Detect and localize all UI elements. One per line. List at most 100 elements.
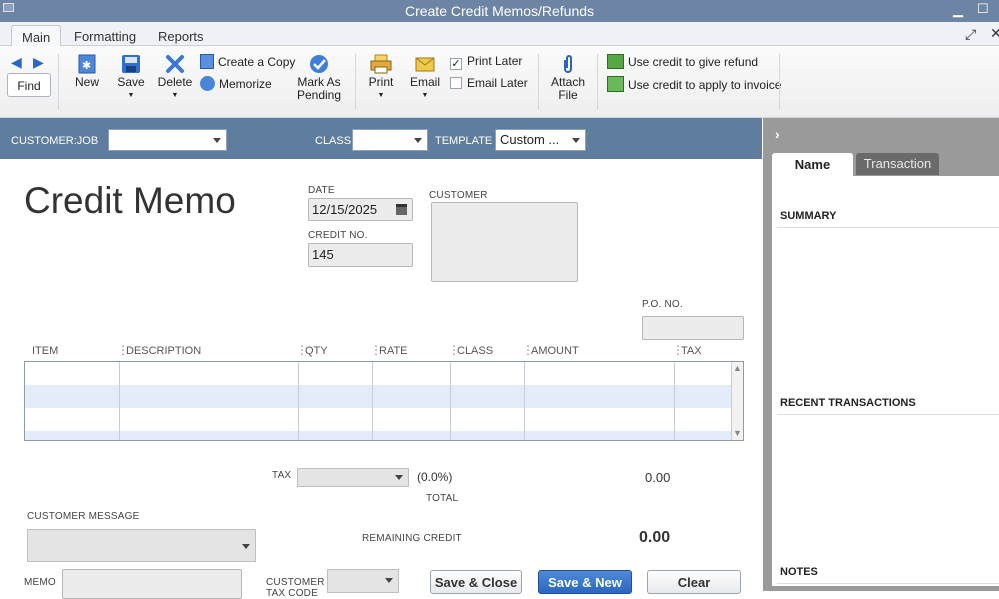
tab-main[interactable]: Main bbox=[11, 25, 62, 46]
po-no-field[interactable] bbox=[642, 316, 744, 340]
table-row[interactable] bbox=[25, 385, 731, 408]
pending-label: Pending bbox=[296, 88, 342, 102]
new-doc-icon: ✱ bbox=[78, 54, 96, 74]
tab-formatting[interactable]: Formatting bbox=[64, 25, 146, 46]
customer-tax-code-label-line1: CUSTOMER bbox=[266, 577, 325, 588]
email-button[interactable]: Email ▼ bbox=[408, 54, 442, 102]
chevron-down-icon bbox=[395, 475, 403, 480]
email-later-label: Email Later bbox=[467, 76, 528, 90]
save-close-button[interactable]: Save & Close bbox=[430, 570, 522, 594]
find-button[interactable]: Find bbox=[7, 73, 51, 97]
date-value: 12/15/2025 bbox=[312, 202, 378, 217]
save-icon bbox=[122, 55, 140, 73]
tab-reports[interactable]: Reports bbox=[148, 25, 214, 46]
save-new-button[interactable]: Save & New bbox=[538, 570, 632, 594]
recent-transactions-heading: RECENT TRANSACTIONS bbox=[780, 397, 916, 409]
close-icon[interactable]: ✕ bbox=[990, 25, 999, 42]
table-row[interactable] bbox=[25, 362, 731, 385]
previous-arrow-icon[interactable]: ◀ bbox=[11, 54, 22, 71]
scroll-up-icon[interactable]: ▲ bbox=[733, 363, 742, 373]
form-title: Credit Memo bbox=[24, 180, 236, 221]
template-value: Custom ... bbox=[500, 132, 560, 147]
memo-field[interactable] bbox=[62, 569, 242, 599]
remaining-credit-value: 0.00 bbox=[639, 529, 671, 546]
tab-transaction[interactable]: Transaction bbox=[856, 153, 939, 175]
save-label: Save bbox=[117, 75, 145, 89]
class-dropdown[interactable] bbox=[352, 129, 428, 151]
date-field[interactable]: 12/15/2025 bbox=[308, 198, 413, 221]
copy-icon bbox=[200, 54, 214, 69]
calendar-icon[interactable] bbox=[396, 204, 407, 215]
use-credit-refund-button[interactable]: Use credit to give refund bbox=[607, 54, 758, 69]
po-no-label: P.O. NO. bbox=[642, 299, 683, 310]
tab-name[interactable]: Name bbox=[772, 153, 853, 177]
chevron-down-icon bbox=[242, 544, 250, 549]
template-dropdown[interactable]: Custom ... bbox=[495, 129, 586, 151]
template-label: TEMPLATE bbox=[435, 135, 493, 147]
credit-no-label: CREDIT NO. bbox=[308, 230, 368, 241]
use-credit-invoice-button[interactable]: Use credit to apply to invoice bbox=[607, 76, 781, 92]
delete-x-icon bbox=[166, 55, 184, 73]
credit-no-field[interactable]: 145 bbox=[308, 243, 413, 267]
customer-job-label: CUSTOMER:JOB bbox=[11, 135, 99, 147]
class-label: CLASS bbox=[315, 135, 352, 147]
print-later-checkbox[interactable]: ✓ Print Later bbox=[450, 54, 522, 70]
clear-button[interactable]: Clear bbox=[647, 570, 741, 594]
ribbon-tabs: Main Formatting Reports ⤢ ✕ bbox=[0, 22, 999, 46]
scroll-down-icon[interactable]: ▼ bbox=[733, 428, 742, 438]
tax-label: TAX bbox=[272, 470, 292, 481]
save-button[interactable]: Save ▼ bbox=[114, 54, 148, 102]
summary-heading: SUMMARY bbox=[780, 210, 837, 222]
chevron-down-icon bbox=[414, 138, 422, 143]
line-items-table[interactable]: ▲ ▼ bbox=[24, 361, 744, 441]
date-label: DATE bbox=[308, 185, 335, 196]
customer-tax-code-dropdown[interactable] bbox=[327, 569, 399, 593]
envelope-icon bbox=[415, 57, 435, 72]
memorize-label: Memorize bbox=[219, 77, 272, 91]
memo-label: MEMO bbox=[24, 577, 56, 588]
print-button[interactable]: Print ▼ bbox=[365, 54, 397, 102]
notes-heading: NOTES bbox=[780, 566, 818, 578]
collapse-arrow-icon[interactable]: › bbox=[775, 126, 780, 142]
paperclip-icon bbox=[564, 55, 572, 73]
customer-message-label: CUSTOMER MESSAGE bbox=[27, 511, 140, 522]
file-label: File bbox=[558, 88, 578, 102]
customer-message-dropdown[interactable] bbox=[27, 529, 256, 562]
chevron-down-icon bbox=[385, 578, 393, 583]
delete-button[interactable]: Delete ▼ bbox=[157, 54, 193, 102]
customer-tax-code-label: CUSTOMER TAX CODE bbox=[266, 577, 325, 599]
create-copy-button[interactable]: Create a Copy bbox=[200, 54, 295, 69]
scrollbar[interactable]: ▲ ▼ bbox=[731, 362, 743, 440]
svg-text:✱: ✱ bbox=[82, 60, 91, 72]
refund-icon bbox=[607, 54, 624, 69]
chevron-down-icon bbox=[572, 138, 580, 143]
expand-icon[interactable]: ⤢ bbox=[965, 26, 976, 43]
title-bar: Create Credit Memos/Refunds ▁ ☐ bbox=[0, 0, 999, 22]
table-row[interactable] bbox=[25, 408, 731, 431]
use-credit-invoice-label: Use credit to apply to invoice bbox=[628, 78, 782, 92]
tax-rate: (0.0%) bbox=[417, 470, 453, 484]
memorize-button[interactable]: Memorize bbox=[200, 76, 272, 91]
printer-icon bbox=[370, 54, 392, 74]
toolbar: ◀ ▶ Find ✱ New Save ▼ Delete ▼ Create a … bbox=[0, 46, 999, 118]
email-later-checkbox[interactable]: Email Later bbox=[450, 76, 528, 90]
total-label: TOTAL bbox=[426, 493, 459, 504]
customer-tax-code-label-line2: TAX CODE bbox=[266, 588, 318, 599]
tax-item-dropdown[interactable] bbox=[297, 468, 409, 487]
minimize-icon[interactable]: ▁ bbox=[953, 2, 963, 18]
apply-invoice-icon bbox=[607, 76, 624, 92]
new-button[interactable]: ✱ New bbox=[70, 54, 104, 89]
customer-label: CUSTOMER bbox=[429, 190, 488, 201]
next-arrow-icon[interactable]: ▶ bbox=[33, 54, 44, 71]
maximize-icon[interactable]: ☐ bbox=[977, 1, 989, 17]
window-title: Create Credit Memos/Refunds bbox=[404, 3, 595, 19]
customer-address-box[interactable] bbox=[431, 202, 578, 282]
use-credit-refund-label: Use credit to give refund bbox=[628, 55, 759, 69]
table-row[interactable] bbox=[25, 431, 731, 440]
email-later-box bbox=[450, 77, 462, 89]
checkmark-badge-icon bbox=[310, 55, 328, 73]
memorize-icon bbox=[200, 76, 215, 91]
attach-file-button[interactable]: Attach File bbox=[548, 54, 588, 102]
customer-job-dropdown[interactable] bbox=[108, 129, 227, 151]
mark-as-pending-button[interactable]: Mark As Pending bbox=[296, 54, 342, 102]
